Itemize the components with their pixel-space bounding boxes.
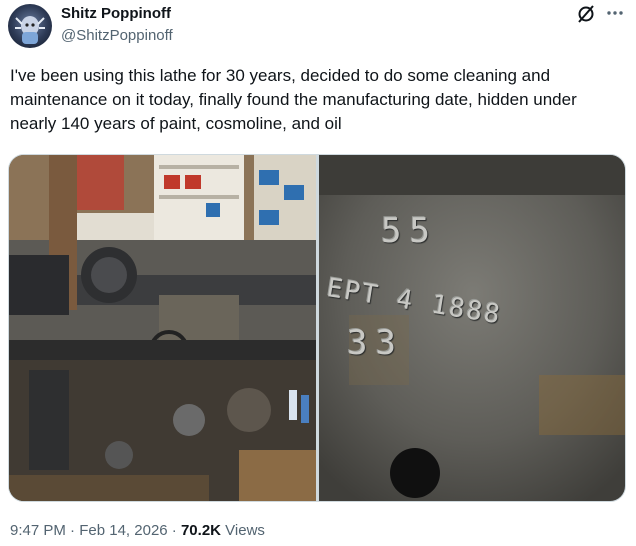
lathe-photo[interactable] <box>9 155 316 501</box>
meta-separator: · <box>171 522 177 539</box>
grok-icon[interactable] <box>576 4 596 24</box>
lathe-photo-image <box>9 155 316 501</box>
post-card: Shitz Poppinoff @ShitzPoppinoff I've bee… <box>0 0 636 546</box>
more-icon[interactable] <box>604 2 626 24</box>
date-stamp-photo[interactable]: 55 EPT 4 1888 33 <box>319 155 625 501</box>
avatar[interactable] <box>8 4 52 48</box>
meta-separator: · <box>70 522 76 539</box>
stamp-line-3: 33 <box>347 323 404 363</box>
post-date[interactable]: Feb 14, 2026 <box>79 522 167 539</box>
stamp-line-1: 55 <box>381 211 438 251</box>
views-label: Views <box>225 522 265 539</box>
avatar-image <box>15 16 45 44</box>
post-time[interactable]: 9:47 PM <box>10 522 66 539</box>
author-handle[interactable]: @ShitzPoppinoff <box>61 27 173 44</box>
media-grid[interactable]: 55 EPT 4 1888 33 <box>8 154 626 502</box>
author-display-name[interactable]: Shitz Poppinoff <box>61 5 171 22</box>
views-count: 70.2K <box>180 522 221 539</box>
post-text: I've been using this lathe for 30 years,… <box>10 66 577 133</box>
post-meta: 9:47 PM · Feb 14, 2026 · 70.2K Views <box>10 522 265 539</box>
